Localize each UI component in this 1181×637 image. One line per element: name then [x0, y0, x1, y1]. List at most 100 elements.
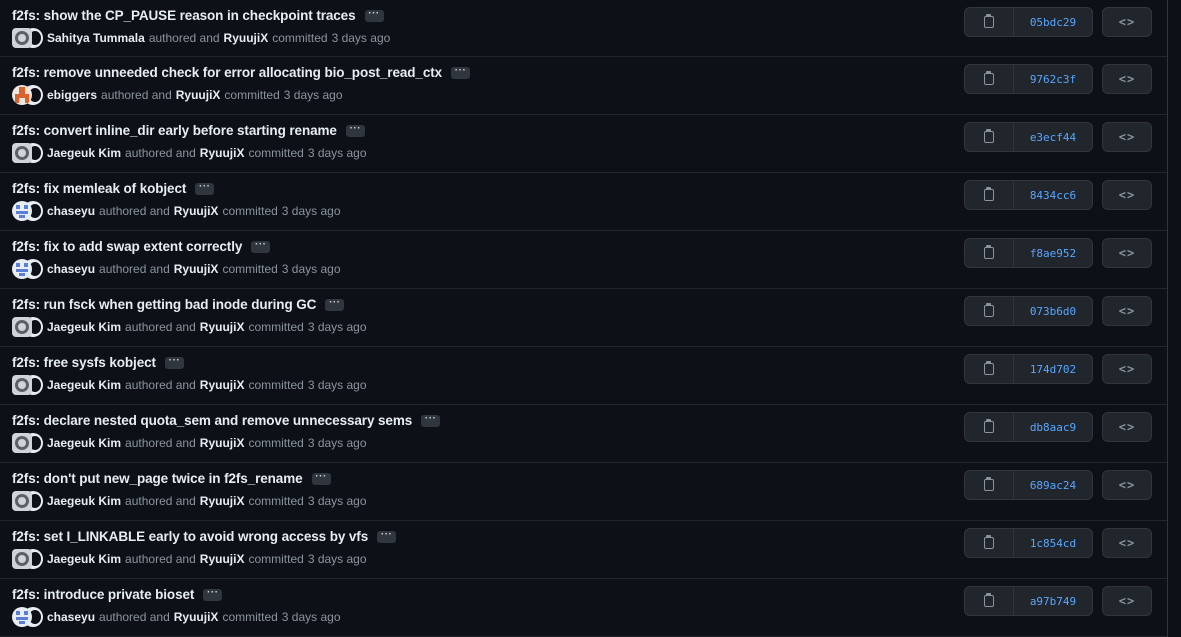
expand-message-button[interactable]: ··· [325, 297, 345, 311]
commit-row: f2fs: declare nested quota_sem and remov… [0, 405, 1167, 463]
copy-sha-button[interactable] [965, 181, 1014, 209]
commit-title-link[interactable]: f2fs: introduce private bioset [12, 587, 194, 602]
copy-sha-button[interactable] [965, 297, 1014, 325]
author-name[interactable]: Jaegeuk Kim [47, 436, 121, 450]
committer-name[interactable]: RyuujiX [176, 88, 221, 102]
commit-sha-link[interactable]: f8ae952 [1014, 239, 1092, 267]
committer-name[interactable]: RyuujiX [200, 320, 245, 334]
copy-sha-button[interactable] [965, 65, 1014, 93]
commit-sha-link[interactable]: 1c854cd [1014, 529, 1092, 557]
commit-title-link[interactable]: f2fs: fix memleak of kobject [12, 181, 186, 196]
commit-title-link[interactable]: f2fs: declare nested quota_sem and remov… [12, 413, 412, 428]
browse-repo-button[interactable]: <> [1102, 412, 1152, 442]
expand-message-button[interactable]: ··· [451, 65, 471, 79]
committer-name[interactable]: RyuujiX [174, 204, 219, 218]
committer-name[interactable]: RyuujiX [200, 436, 245, 450]
commit-sha-link[interactable]: e3ecf44 [1014, 123, 1092, 151]
browse-repo-button[interactable]: <> [1102, 296, 1152, 326]
commit-title-link[interactable]: f2fs: convert inline_dir early before st… [12, 123, 337, 138]
commit-meta: Jaegeuk Kim authored and RyuujiX committ… [12, 549, 367, 569]
committer-name[interactable]: RyuujiX [174, 610, 219, 624]
commit-title-link[interactable]: f2fs: remove unneeded check for error al… [12, 65, 442, 80]
expand-message-button[interactable]: ··· [364, 8, 384, 22]
author-avatar[interactable] [12, 259, 32, 279]
commit-title-line: f2fs: convert inline_dir early before st… [12, 123, 365, 138]
author-avatar[interactable] [12, 375, 32, 395]
browse-repo-button[interactable]: <> [1102, 470, 1152, 500]
author-avatar[interactable] [12, 28, 32, 48]
committer-name[interactable]: RyuujiX [200, 146, 245, 160]
commit-title-link[interactable]: f2fs: show the CP_PAUSE reason in checkp… [12, 8, 356, 23]
expand-message-button[interactable]: ··· [377, 529, 397, 543]
commit-title-link[interactable]: f2fs: free sysfs kobject [12, 355, 156, 370]
author-name[interactable]: Sahitya Tummala [47, 31, 145, 45]
expand-message-button[interactable]: ··· [203, 587, 223, 601]
committer-name[interactable]: RyuujiX [200, 378, 245, 392]
author-name[interactable]: Jaegeuk Kim [47, 146, 121, 160]
author-name[interactable]: Jaegeuk Kim [47, 378, 121, 392]
browse-repo-button[interactable]: <> [1102, 180, 1152, 210]
author-name[interactable]: chaseyu [47, 610, 95, 624]
commit-meta: ebiggers authored and RyuujiX committed … [12, 85, 343, 105]
code-icon: <> [1118, 478, 1136, 492]
committed-label: committed [248, 146, 304, 160]
commit-sha-link[interactable]: 689ac24 [1014, 471, 1092, 499]
author-avatar[interactable] [12, 317, 32, 337]
expand-message-button[interactable]: ··· [195, 181, 215, 195]
expand-message-button[interactable]: ··· [421, 413, 441, 427]
author-name[interactable]: chaseyu [47, 262, 95, 276]
scrollbar[interactable] [1168, 0, 1181, 637]
commit-sha-link[interactable]: db8aac9 [1014, 413, 1092, 441]
browse-repo-button[interactable]: <> [1102, 586, 1152, 616]
browse-repo-button[interactable]: <> [1102, 64, 1152, 94]
commit-sha-link[interactable]: 8434cc6 [1014, 181, 1092, 209]
author-avatar[interactable] [12, 491, 32, 511]
browse-repo-button[interactable]: <> [1102, 122, 1152, 152]
author-name[interactable]: Jaegeuk Kim [47, 552, 121, 566]
author-name[interactable]: ebiggers [47, 88, 97, 102]
browse-repo-button[interactable]: <> [1102, 7, 1152, 37]
copy-sha-button[interactable] [965, 355, 1014, 383]
authored-label: authored and [99, 204, 170, 218]
author-avatar[interactable] [12, 433, 32, 453]
author-avatar[interactable] [12, 607, 32, 627]
author-name[interactable]: Jaegeuk Kim [47, 320, 121, 334]
commit-sha-link[interactable]: a97b749 [1014, 587, 1092, 615]
clipboard-icon [984, 14, 994, 28]
author-avatar[interactable] [12, 201, 32, 221]
committer-name[interactable]: RyuujiX [200, 552, 245, 566]
commit-meta: Jaegeuk Kim authored and RyuujiX committ… [12, 491, 367, 511]
committed-label: committed [272, 31, 328, 45]
browse-repo-button[interactable]: <> [1102, 354, 1152, 384]
commit-title-link[interactable]: f2fs: don't put new_page twice in f2fs_r… [12, 471, 303, 486]
copy-sha-button[interactable] [965, 529, 1014, 557]
copy-sha-button[interactable] [965, 123, 1014, 151]
committer-name[interactable]: RyuujiX [174, 262, 219, 276]
browse-repo-button[interactable]: <> [1102, 528, 1152, 558]
commit-sha-link[interactable]: 174d702 [1014, 355, 1092, 383]
committer-name[interactable]: RyuujiX [200, 494, 245, 508]
commit-sha-link[interactable]: 05bdc29 [1014, 8, 1092, 36]
commit-title-link[interactable]: f2fs: set I_LINKABLE early to avoid wron… [12, 529, 368, 544]
author-avatar[interactable] [12, 85, 32, 105]
committer-name[interactable]: RyuujiX [224, 31, 269, 45]
copy-sha-button[interactable] [965, 413, 1014, 441]
author-avatar[interactable] [12, 143, 32, 163]
commit-sha-link[interactable]: 9762c3f [1014, 65, 1092, 93]
commit-title-link[interactable]: f2fs: run fsck when getting bad inode du… [12, 297, 316, 312]
commit-sha-link[interactable]: 073b6d0 [1014, 297, 1092, 325]
commit-actions: a97b749 <> [964, 586, 1152, 616]
expand-message-button[interactable]: ··· [164, 355, 184, 369]
expand-message-button[interactable]: ··· [311, 471, 331, 485]
copy-sha-button[interactable] [965, 587, 1014, 615]
author-avatar[interactable] [12, 549, 32, 569]
author-name[interactable]: chaseyu [47, 204, 95, 218]
commit-title-link[interactable]: f2fs: fix to add swap extent correctly [12, 239, 242, 254]
author-name[interactable]: Jaegeuk Kim [47, 494, 121, 508]
expand-message-button[interactable]: ··· [251, 239, 271, 253]
copy-sha-button[interactable] [965, 8, 1014, 36]
copy-sha-button[interactable] [965, 239, 1014, 267]
browse-repo-button[interactable]: <> [1102, 238, 1152, 268]
copy-sha-button[interactable] [965, 471, 1014, 499]
expand-message-button[interactable]: ··· [345, 123, 365, 137]
